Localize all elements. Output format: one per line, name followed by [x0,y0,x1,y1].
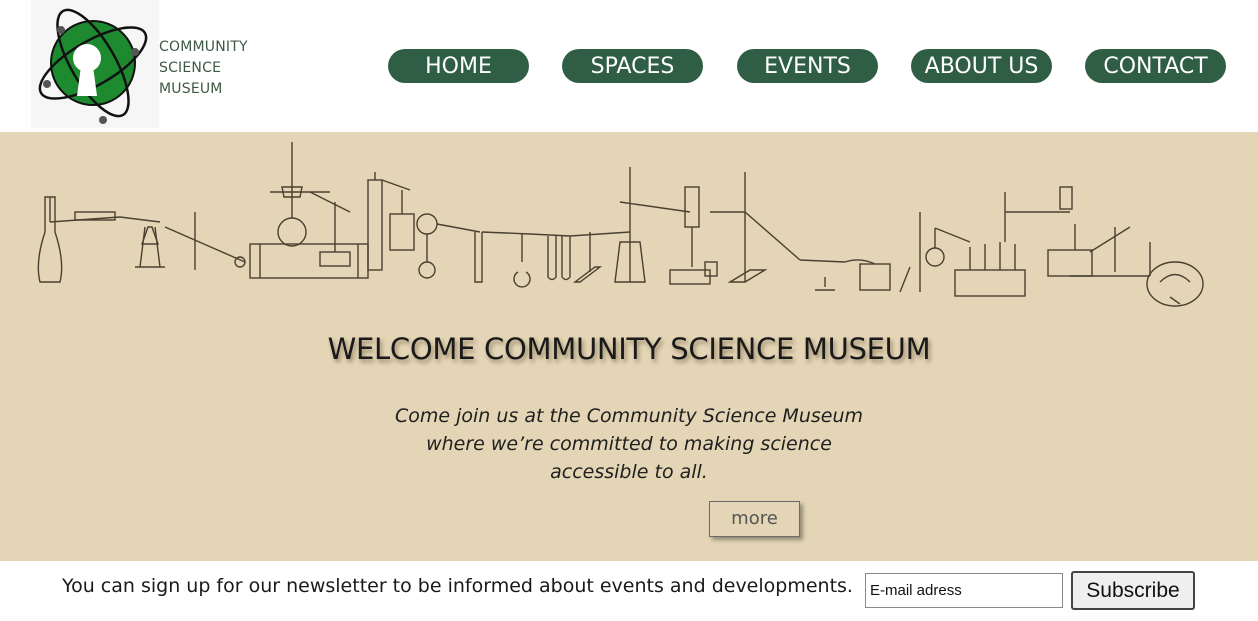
subscribe-button[interactable]: Subscribe [1071,571,1195,610]
nav-about-us-button[interactable]: ABOUT US [911,49,1052,83]
brand-name-line: MUSEUM [159,81,223,97]
brand-name-line: COMMUNITY [159,39,248,55]
logo[interactable] [31,0,159,128]
brand-name-line: SCIENCE [159,60,222,76]
nav-contact-button[interactable]: CONTACT [1085,49,1226,83]
hero-section: WELCOME COMMUNITY SCIENCE MUSEUM Come jo… [0,132,1258,561]
atom-keyhole-logo-icon [38,8,148,124]
nav-spaces-button[interactable]: SPACES [562,49,703,83]
email-field[interactable] [865,573,1063,608]
newsletter-text: You can sign up for our newsletter to be… [62,575,853,597]
newsletter-section: You can sign up for our newsletter to be… [0,561,1258,621]
nav-home-button[interactable]: HOME [388,49,529,83]
laboratory-apparatus-illustration [37,142,1204,307]
more-button[interactable]: more [709,501,800,537]
brand-name[interactable]: COMMUNITY SCIENCE MUSEUM [159,37,248,100]
nav-events-button[interactable]: EVENTS [737,49,878,83]
hero-title: WELCOME COMMUNITY SCIENCE MUSEUM [327,332,931,366]
site-header: COMMUNITY SCIENCE MUSEUM HOME SPACES EVE… [0,0,1258,132]
hero-subtitle: Come join us at the Community Science Mu… [395,405,863,483]
